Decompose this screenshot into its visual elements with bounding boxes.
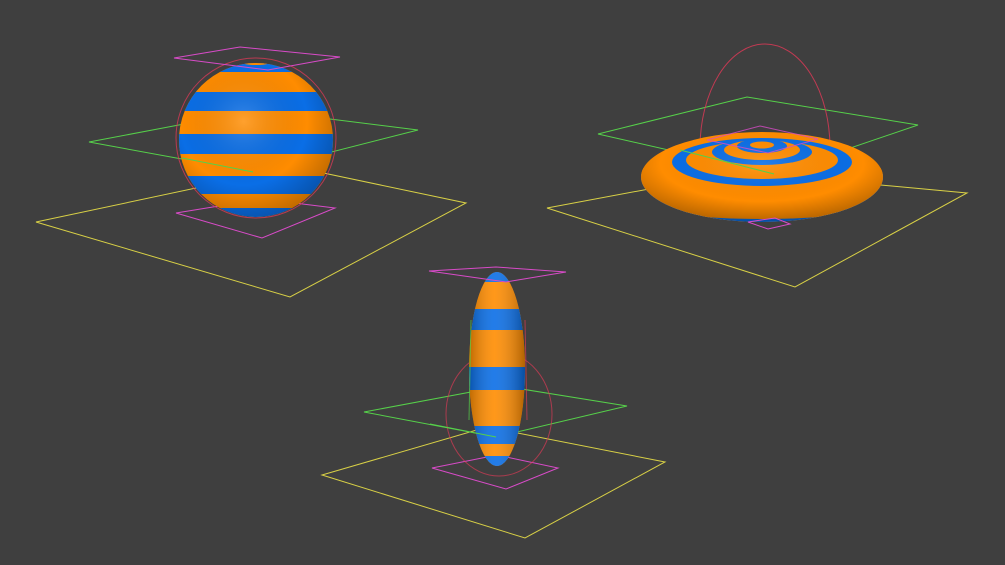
oblate-spheroid-object[interactable] (546, 43, 969, 288)
prolate-mesh[interactable] (460, 265, 535, 475)
scene-canvas (35, 43, 969, 539)
sphere-object[interactable] (35, 46, 468, 298)
oblate-mesh[interactable] (630, 120, 900, 240)
sphere-mesh[interactable] (170, 55, 350, 235)
3d-viewport[interactable] (0, 0, 1005, 565)
edge-highlight-right (524, 319, 528, 421)
prolate-spheroid-object[interactable] (320, 265, 667, 539)
